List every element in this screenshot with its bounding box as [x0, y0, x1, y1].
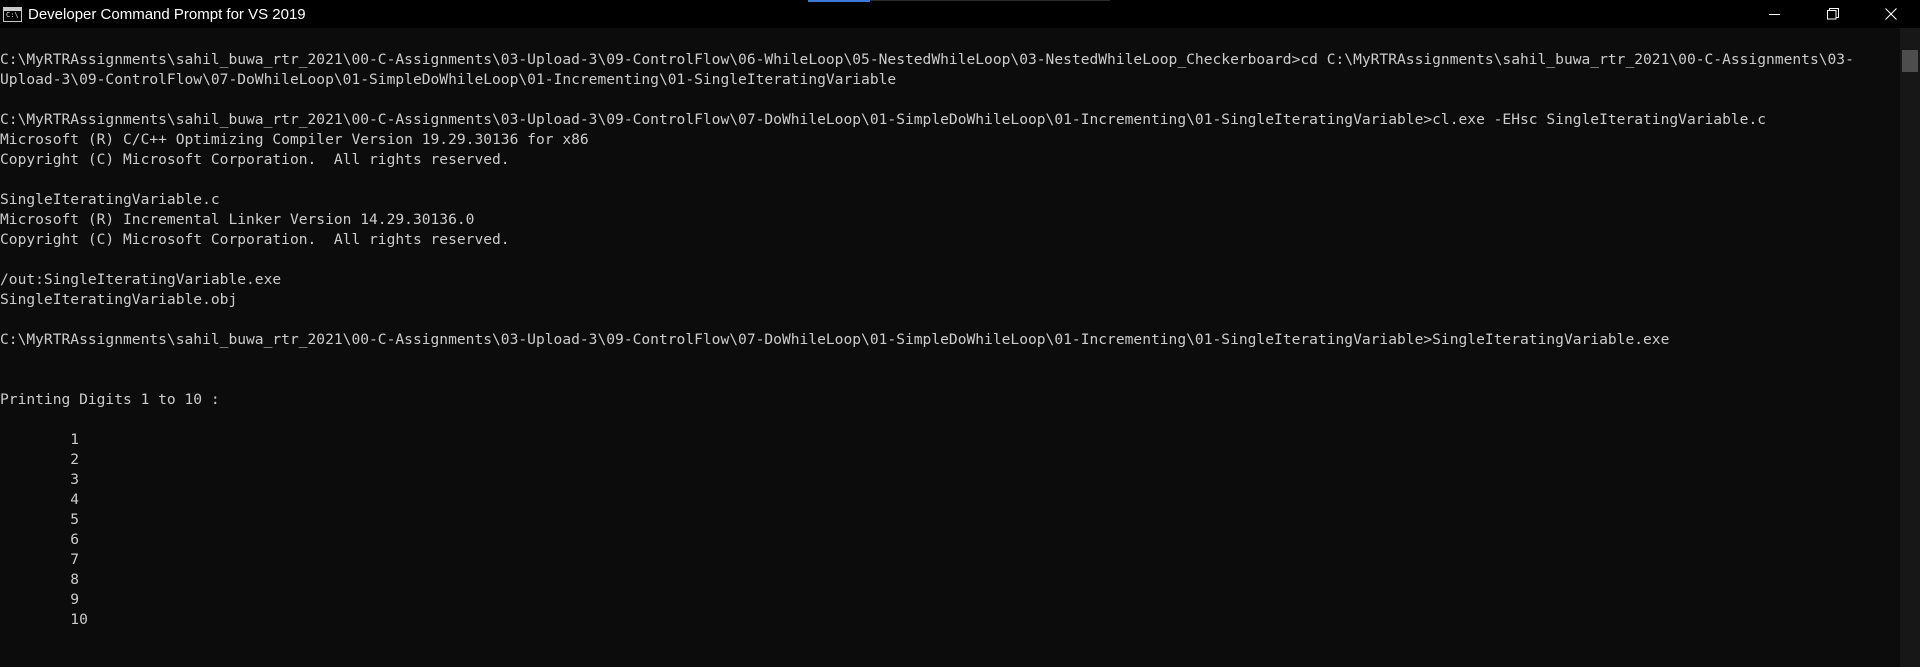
close-button[interactable]: [1862, 0, 1920, 28]
minimize-icon: [1769, 14, 1780, 15]
console-line: Copyright (C) Microsoft Corporation. All…: [0, 231, 510, 248]
top-accent-highlight: [808, 0, 870, 2]
window-controls: [1746, 0, 1920, 28]
console-line: Microsoft (R) Incremental Linker Version…: [0, 211, 475, 228]
restore-button[interactable]: [1804, 0, 1862, 28]
console-line: C:\MyRTRAssignments\sahil_buwa_rtr_2021\…: [0, 331, 1670, 348]
console-line: 10: [0, 611, 88, 628]
console-output[interactable]: C:\MyRTRAssignments\sahil_buwa_rtr_2021\…: [0, 28, 1900, 667]
close-icon: [1885, 8, 1897, 20]
restore-icon: [1827, 8, 1839, 20]
console-line: C:\MyRTRAssignments\sahil_buwa_rtr_2021\…: [0, 51, 1854, 68]
console-window: C:\ Developer Command Prompt for VS 2019: [0, 0, 1920, 667]
console-line: SingleIteratingVariable.obj: [0, 291, 238, 308]
console-line: 3: [0, 471, 80, 488]
console-line: C:\MyRTRAssignments\sahil_buwa_rtr_2021\…: [0, 111, 1767, 128]
icon-prompt-text: C:\: [6, 10, 19, 19]
console-line: 9: [0, 591, 80, 608]
console-line: Microsoft (R) C/C++ Optimizing Compiler …: [0, 131, 589, 148]
console-line: 2: [0, 451, 80, 468]
command-prompt-icon[interactable]: C:\: [3, 6, 22, 22]
console-line: 1: [0, 431, 80, 448]
window-title: Developer Command Prompt for VS 2019: [28, 5, 306, 23]
console-line: Copyright (C) Microsoft Corporation. All…: [0, 151, 510, 168]
title-bar[interactable]: C:\ Developer Command Prompt for VS 2019: [0, 0, 1920, 28]
console-line: Printing Digits 1 to 10 :: [0, 391, 220, 408]
scrollbar-thumb[interactable]: [1902, 50, 1918, 72]
top-accent-line: [870, 0, 1110, 1]
console-line: 4: [0, 491, 80, 508]
vertical-scrollbar[interactable]: [1900, 28, 1920, 667]
console-line: Upload-3\09-ControlFlow\07-DoWhileLoop\0…: [0, 71, 897, 88]
console-line: 7: [0, 551, 80, 568]
console-line: 5: [0, 511, 80, 528]
console-line: 6: [0, 531, 80, 548]
console-line: /out:SingleIteratingVariable.exe: [0, 271, 282, 288]
minimize-button[interactable]: [1746, 0, 1804, 28]
console-line: 8: [0, 571, 80, 588]
console-line: SingleIteratingVariable.c: [0, 191, 220, 208]
